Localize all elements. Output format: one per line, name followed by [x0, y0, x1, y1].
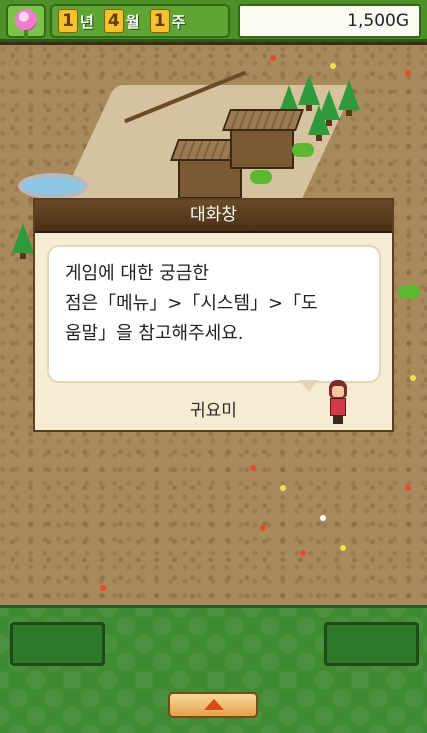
bush [250, 170, 272, 184]
top-status-bar: 1 년 4 월 1 주 1,500G [0, 0, 427, 42]
dialog-title: 대화창 [35, 200, 392, 233]
flower-icon [15, 9, 37, 31]
tree [298, 75, 320, 111]
flower-patch [300, 550, 306, 556]
flower-patch [405, 485, 411, 491]
tree [308, 105, 330, 141]
message-line: 움말」을 참고해주세요. [65, 323, 244, 344]
flower-patch [260, 525, 266, 531]
year-value: 1 [58, 9, 78, 33]
hut[interactable] [221, 109, 305, 169]
month-unit: 월 [125, 12, 140, 31]
arrow-up-icon [204, 699, 224, 710]
flower-patch [405, 70, 411, 76]
date-display: 1 년 4 월 1 주 [50, 4, 230, 38]
bubble-tail [299, 380, 319, 392]
menu-toggle-button[interactable] [168, 692, 258, 718]
bottom-panel [0, 605, 427, 733]
flower-patch [320, 515, 326, 521]
gold-amount: 1,500G [238, 4, 421, 38]
month-value: 4 [103, 9, 124, 33]
flower-patch [280, 485, 286, 491]
portrait-legs [333, 416, 343, 424]
year-unit: 년 [80, 12, 94, 31]
flower-patch [410, 375, 416, 381]
right-slot-button[interactable] [324, 622, 419, 666]
message-bubble: 게임에 대한 궁금한 점은「메뉴」>「시스템」>「도 움말」을 참고해주세요. [47, 245, 381, 383]
portrait-face [332, 386, 344, 397]
tree [12, 223, 34, 259]
dialog-window[interactable]: 대화창 게임에 대한 궁금한 점은「메뉴」>「시스템」>「도 움말」을 참고해주… [33, 198, 394, 432]
portrait-body [330, 398, 346, 416]
flower-patch [100, 585, 106, 591]
pond [18, 173, 88, 199]
bush [292, 143, 314, 157]
flower-menu-button[interactable] [6, 4, 46, 38]
flower-patch [330, 63, 336, 69]
flower-stem [24, 30, 28, 38]
left-slot-button[interactable] [10, 622, 105, 666]
week-unit: 주 [171, 12, 186, 31]
flower-patch [250, 465, 256, 471]
hut-roof [221, 109, 305, 131]
tree [338, 80, 360, 116]
week-value: 1 [149, 9, 170, 33]
message-line: 점은「메뉴」>「시스템」>「도 [65, 293, 318, 314]
speaker-portrait [323, 380, 353, 424]
flower-patch [270, 55, 276, 61]
message-line: 게임에 대한 궁금한 [65, 263, 209, 284]
bush [398, 285, 420, 299]
flower-patch [340, 545, 346, 551]
